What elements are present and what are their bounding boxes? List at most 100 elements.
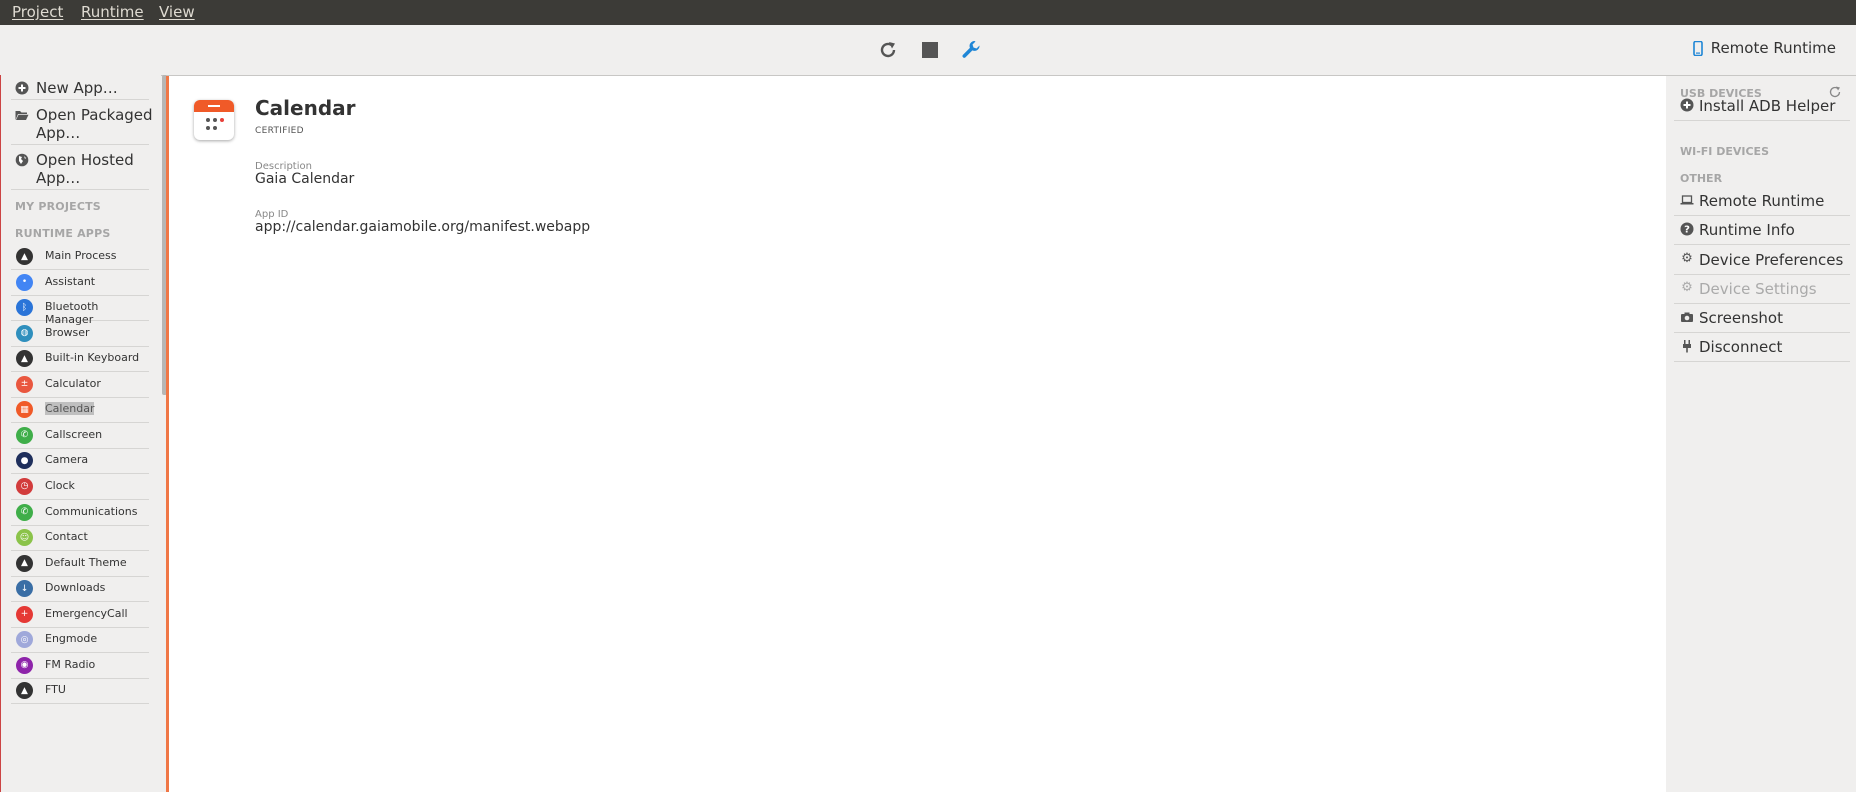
description-value: Gaia Calendar — [255, 171, 355, 187]
app-type-badge: CERTIFIED — [255, 126, 304, 136]
menu-view[interactable]: View — [159, 3, 195, 21]
runtime-app-label: Engmode — [45, 632, 98, 646]
runtime-app-item[interactable]: ▲ Built-in Keyboard — [11, 346, 149, 373]
runtime-app-label: Downloads — [45, 581, 106, 595]
runtime-app-label: Built-in Keyboard — [45, 351, 140, 365]
phone-icon: ✆ — [16, 503, 33, 521]
device-preferences-label: Device Preferences — [1699, 251, 1844, 269]
debug-button[interactable] — [959, 38, 983, 62]
install-adb-helper-label: Install ADB Helper — [1699, 97, 1836, 115]
project-panel: New App… Open Packaged App… Open Hosted … — [0, 75, 161, 792]
phone-icon: ✆ — [16, 426, 33, 444]
menu-bar: Project Runtime View — [0, 0, 1856, 25]
runtime-panel: USB DEVICES Install ADB Helper WI-FI DEV… — [1666, 76, 1856, 792]
runtime-apps-header: RUNTIME APPS — [15, 227, 111, 240]
calculator-icon: ± — [16, 375, 33, 393]
device-settings-label: Device Settings — [1699, 280, 1817, 298]
device-settings-button[interactable]: ⚙ Device Settings — [1674, 275, 1850, 304]
runtime-app-item[interactable]: ☺ Contact — [11, 525, 149, 552]
gear-icon: ⚙ — [1681, 251, 1693, 266]
disconnect-button[interactable]: Disconnect — [1674, 333, 1850, 362]
new-app-label: New App… — [36, 79, 118, 97]
open-packaged-app-button[interactable]: Open Packaged App… — [15, 106, 153, 142]
gear-icon: ⚙ — [1681, 280, 1693, 295]
runtime-app-item[interactable]: ◷ Clock — [11, 474, 149, 500]
globe-icon: ◍ — [16, 324, 33, 342]
open-hosted-app-button[interactable]: Open Hosted App… — [15, 151, 150, 187]
emergency-icon: + — [16, 605, 33, 623]
runtime-app-label: FM Radio — [45, 657, 96, 671]
runtime-app-item[interactable]: ↓ Downloads — [11, 576, 149, 603]
firefox-os-icon: ▲ — [16, 554, 33, 572]
contact-icon: ☺ — [16, 529, 33, 547]
bluetooth-icon: ᛒ — [16, 299, 33, 317]
runtime-app-item[interactable]: • Assistant — [11, 270, 149, 296]
globe-icon — [15, 153, 29, 167]
remote-runtime-label: Remote Runtime — [1699, 192, 1825, 210]
runtime-selector-button[interactable]: Remote Runtime — [1692, 39, 1836, 57]
install-adb-helper-button[interactable]: Install ADB Helper — [1674, 92, 1850, 121]
runtime-info-button[interactable]: ? Runtime Info — [1674, 216, 1850, 245]
runtime-info-label: Runtime Info — [1699, 221, 1795, 239]
runtime-app-label: FTU — [45, 683, 66, 697]
wifi-devices-header: WI-FI DEVICES — [1680, 145, 1769, 158]
reload-button[interactable] — [876, 38, 900, 62]
radio-icon: ◉ — [16, 656, 33, 674]
runtime-app-label: Contact — [45, 530, 88, 544]
plus-circle-icon — [15, 81, 29, 95]
runtime-app-label: Assistant — [45, 274, 96, 288]
camera-icon — [1681, 312, 1693, 322]
runtime-app-item[interactable]: ▲ Default Theme — [11, 551, 149, 577]
stop-button[interactable] — [918, 38, 942, 62]
firefox-os-icon: ▲ — [16, 682, 33, 700]
assistant-icon: • — [16, 273, 33, 291]
firefox-os-icon: ▲ — [16, 248, 33, 265]
menu-project[interactable]: Project — [12, 3, 63, 21]
runtime-app-item[interactable]: ᛒ Bluetooth Manager — [11, 295, 149, 326]
new-app-button[interactable]: New App… — [15, 79, 150, 97]
stop-icon — [922, 42, 938, 58]
runtime-app-label: Calendar — [45, 402, 95, 416]
menu-runtime[interactable]: Runtime — [81, 3, 144, 21]
runtime-selector-label: Remote Runtime — [1710, 39, 1836, 57]
plug-icon — [1683, 340, 1691, 353]
runtime-app-label: Callscreen — [45, 427, 103, 441]
screenshot-button[interactable]: Screenshot — [1674, 304, 1850, 333]
calendar-icon: ▦ — [16, 401, 33, 419]
engmode-icon: ◎ — [16, 631, 33, 649]
runtime-app-label: Calculator — [45, 376, 101, 390]
runtime-app-label: Browser — [45, 325, 90, 339]
laptop-icon — [1680, 195, 1694, 205]
runtime-app-item[interactable]: ◎ Engmode — [11, 627, 149, 654]
camera-icon: ● — [16, 452, 33, 470]
open-hosted-app-label: Open Hosted App… — [36, 151, 134, 187]
toolbar: Remote Runtime — [0, 25, 1856, 76]
app-details-pane: Calendar CERTIFIED Description Gaia Cale… — [166, 76, 1669, 792]
remote-runtime-button[interactable]: Remote Runtime — [1674, 187, 1850, 216]
runtime-app-label: Default Theme — [45, 555, 127, 569]
runtime-app-item[interactable]: ▲ FTU — [11, 678, 149, 705]
my-projects-header: MY PROJECTS — [15, 200, 101, 213]
runtime-app-label: Communications — [45, 504, 138, 518]
firefox-os-icon: ▲ — [16, 350, 33, 368]
open-packaged-app-label: Open Packaged App… — [36, 106, 153, 142]
folder-open-icon — [15, 111, 29, 120]
runtime-app-label: Main Process — [45, 249, 117, 262]
calendar-icon — [194, 100, 234, 140]
other-header: OTHER — [1680, 172, 1723, 185]
device-preferences-button[interactable]: ⚙ Device Preferences — [1674, 246, 1850, 275]
runtime-app-item[interactable]: ✆ Communications — [11, 500, 149, 526]
runtime-app-item[interactable]: ▲ Main Process — [11, 244, 149, 270]
runtime-app-label: EmergencyCall — [45, 606, 128, 620]
runtime-app-item[interactable]: ● Camera — [11, 448, 149, 475]
runtime-app-item[interactable]: + EmergencyCall — [11, 602, 149, 628]
runtime-app-item[interactable]: ◉ FM Radio — [11, 653, 149, 679]
runtime-app-label: Camera — [45, 453, 89, 467]
runtime-app-item[interactable]: ◍ Browser — [11, 321, 149, 347]
disconnect-label: Disconnect — [1699, 338, 1783, 356]
runtime-app-item[interactable]: ▦ Calendar — [11, 397, 149, 424]
app-id-value: app://calendar.gaiamobile.org/manifest.w… — [255, 219, 591, 235]
runtime-app-item[interactable]: ± Calculator — [11, 372, 149, 398]
runtime-app-item[interactable]: ✆ Callscreen — [11, 423, 149, 449]
clock-icon: ◷ — [16, 477, 33, 495]
